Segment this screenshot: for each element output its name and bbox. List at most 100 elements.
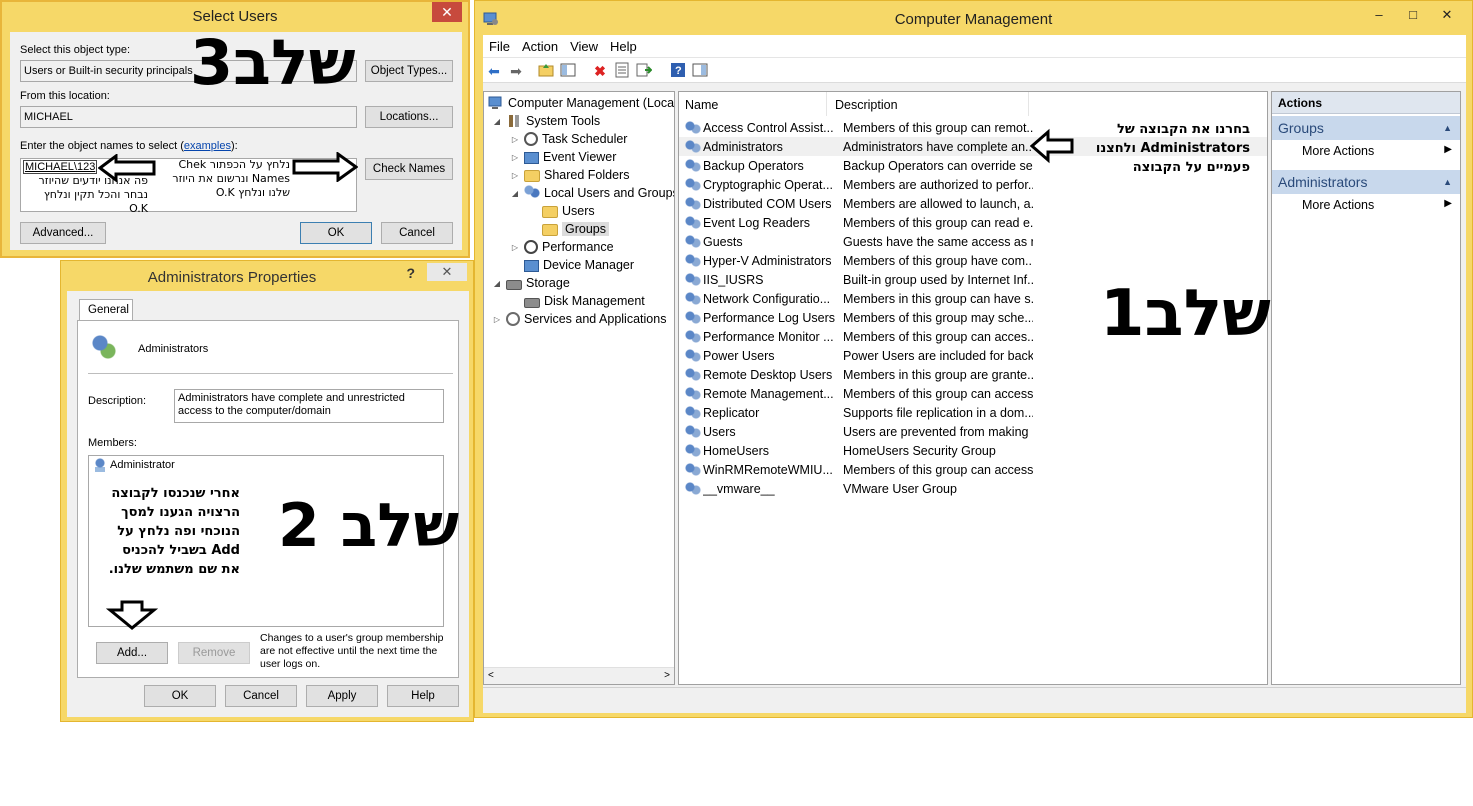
properties-title: Administrators Properties (147, 269, 317, 286)
menu-help[interactable]: Help (604, 35, 643, 54)
group-name: Access Control Assist... (703, 120, 834, 135)
column-header-name[interactable]: Name (679, 92, 827, 116)
column-header-description[interactable]: Description (829, 92, 1029, 116)
more-actions-administrators[interactable]: More Actions ▶ (1272, 198, 1460, 220)
group-name: Cryptographic Operat... (703, 177, 833, 192)
computer-management-window: Computer Management – □ ✕ File Action View… (474, 0, 1473, 718)
collapsed-arrow-icon[interactable]: ▷ (510, 243, 520, 252)
help-question-button[interactable]: ? (406, 265, 415, 281)
table-row[interactable]: Remote Management... Members of this grou… (679, 384, 1267, 403)
collapse-up-icon[interactable]: ▲ (1443, 177, 1452, 187)
table-row[interactable]: HomeUsers HomeUsers Security Group (679, 441, 1267, 460)
tree-node-shared-folders[interactable]: ▷ Shared Folders (510, 166, 629, 184)
remove-button[interactable]: Remove (178, 642, 250, 664)
table-row[interactable]: Users Users are prevented from making ... (679, 422, 1267, 441)
tree-label: Device Manager (543, 258, 635, 272)
table-row[interactable]: Hyper-V Administrators Members of this gr… (679, 251, 1267, 270)
expanded-arrow-icon[interactable]: ◢ (492, 117, 502, 126)
arrow-left-icon (1030, 128, 1074, 164)
collapsed-arrow-icon[interactable]: ▷ (510, 153, 520, 162)
show-hide-tree-icon[interactable] (559, 62, 577, 80)
object-types-button[interactable]: Object Types... (365, 60, 453, 82)
cm-titlebar[interactable]: Computer Management – □ ✕ (475, 1, 1472, 37)
help-button[interactable]: Help (387, 685, 459, 707)
menu-view[interactable]: View (564, 35, 604, 54)
group-description: Members are authorized to perfor... (843, 177, 1033, 192)
tree-node-device-manager[interactable]: Device Manager (524, 256, 634, 274)
locations-button[interactable]: Locations... (365, 106, 453, 128)
description-field[interactable]: Administrators have complete and unrestr… (174, 389, 444, 423)
back-icon[interactable]: ⬅ (485, 62, 503, 80)
group-icon (685, 309, 701, 326)
groups-list[interactable]: Name Description Access Control Assist..… (678, 91, 1268, 685)
table-row[interactable]: Event Log Readers Members of this group c… (679, 213, 1267, 232)
close-button[interactable]: ✕ (1432, 5, 1462, 25)
cancel-button[interactable]: Cancel (381, 222, 453, 244)
help-icon[interactable]: ? (669, 62, 687, 80)
table-row[interactable]: Distributed COM Users Members are allowed… (679, 194, 1267, 213)
apply-button[interactable]: Apply (306, 685, 378, 707)
tree-node-disk-management[interactable]: Disk Management (524, 292, 645, 310)
properties-icon[interactable] (613, 62, 631, 80)
tree-node-local-users-and-groups[interactable]: ◢ Local Users and Groups (510, 184, 674, 202)
maximize-button[interactable]: □ (1398, 5, 1428, 25)
actions-section-groups[interactable]: Groups ▲ (1272, 116, 1460, 140)
advanced-button[interactable]: Advanced... (20, 222, 106, 244)
group-description: Administrators have complete an... (843, 139, 1033, 154)
tab-general[interactable]: General (79, 299, 133, 321)
console-tree[interactable]: Computer Management (Local ◢ System Tool… (483, 91, 675, 685)
expanded-arrow-icon[interactable]: ◢ (492, 279, 502, 288)
tree-node-performance[interactable]: ▷ Performance (510, 238, 614, 256)
collapsed-arrow-icon[interactable]: ▷ (510, 135, 520, 144)
add-button[interactable]: Add... (96, 642, 168, 664)
tree-node-task-scheduler[interactable]: ▷ Task Scheduler (510, 130, 627, 148)
tree-horizontal-scrollbar[interactable]: < > (484, 667, 674, 684)
ok-button[interactable]: OK (300, 222, 372, 244)
collapsed-arrow-icon[interactable]: ▷ (492, 315, 502, 324)
expanded-arrow-icon[interactable]: ◢ (510, 189, 520, 198)
tree-node-services-and-applications[interactable]: ▷ Services and Applications (492, 310, 666, 328)
table-row[interactable]: Cryptographic Operat... Members are autho… (679, 175, 1267, 194)
collapse-up-icon[interactable]: ▲ (1443, 123, 1452, 133)
check-names-button[interactable]: Check Names (365, 158, 453, 180)
menu-action[interactable]: Action (516, 35, 564, 54)
membership-note: Changes to a user's group membership are… (260, 632, 444, 670)
ok-button[interactable]: OK (144, 685, 216, 707)
properties-close-button[interactable]: ✕ (427, 263, 467, 281)
group-description: Members are allowed to launch, a... (843, 196, 1033, 211)
table-row[interactable]: Remote Desktop Users Members in this grou… (679, 365, 1267, 384)
event-viewer-icon (524, 152, 539, 164)
collapsed-arrow-icon[interactable]: ▷ (510, 171, 520, 180)
export-list-icon[interactable] (635, 62, 653, 80)
actions-section-administrators[interactable]: Administrators ▲ (1272, 170, 1460, 194)
tree-node-system-tools[interactable]: ◢ System Tools (492, 112, 600, 130)
tree-node-computer-management[interactable]: Computer Management (Local (488, 94, 674, 112)
minimize-button[interactable]: – (1364, 5, 1394, 25)
delete-icon[interactable]: ✖ (591, 62, 609, 80)
group-icon (685, 233, 701, 250)
group-name: Replicator (703, 405, 760, 420)
table-row[interactable]: WinRMRemoteWMIU... Members of this group … (679, 460, 1267, 479)
list-item[interactable]: Administrator (93, 458, 175, 472)
group-icon (685, 328, 701, 345)
select-users-close-button[interactable]: ✕ (432, 2, 462, 22)
show-action-pane-icon[interactable] (691, 62, 709, 80)
status-bar (483, 687, 1466, 711)
tree-node-groups[interactable]: Groups (542, 220, 609, 238)
tree-node-event-viewer[interactable]: ▷ Event Viewer (510, 148, 616, 166)
table-row[interactable]: __vmware__ VMware User Group (679, 479, 1267, 498)
examples-link[interactable]: examples (184, 140, 231, 152)
scroll-left-icon[interactable]: < (488, 670, 494, 681)
menu-file[interactable]: File (483, 35, 516, 54)
more-actions-groups[interactable]: More Actions ▶ (1272, 144, 1460, 166)
tree-node-storage[interactable]: ◢ Storage (492, 274, 570, 292)
table-row[interactable]: Guests Guests have the same access as m..… (679, 232, 1267, 251)
scroll-right-icon[interactable]: > (664, 670, 670, 681)
table-row[interactable]: Replicator Supports file replication in a… (679, 403, 1267, 422)
location-field: MICHAEL (20, 106, 357, 128)
cancel-button[interactable]: Cancel (225, 685, 297, 707)
actions-section-title: Groups (1278, 120, 1324, 136)
up-folder-icon[interactable] (537, 62, 555, 80)
tree-node-users[interactable]: Users (542, 202, 595, 220)
forward-icon[interactable]: ➡ (507, 62, 525, 80)
